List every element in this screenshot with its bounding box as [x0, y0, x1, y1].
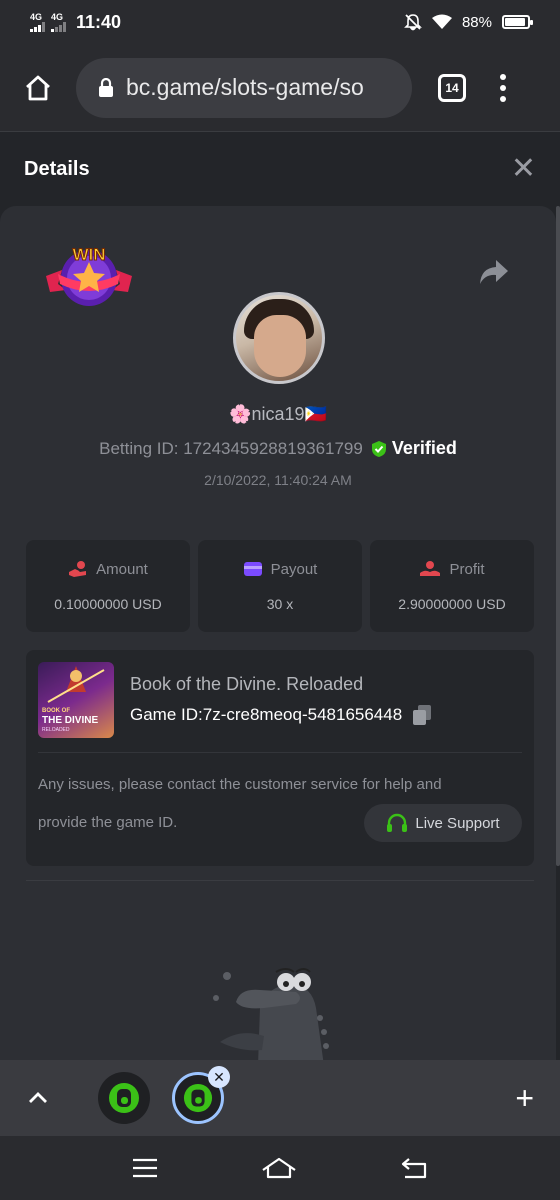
lock-icon: [99, 77, 113, 97]
expand-tabs-button[interactable]: [26, 1086, 50, 1110]
home-icon: [26, 75, 50, 100]
amount-stat: Amount 0.10000000 USD: [26, 540, 190, 632]
bet-stats: Amount 0.10000000 USD Payout 30 x Profit…: [26, 540, 534, 632]
verified-badge: Verified: [371, 438, 457, 459]
verified-label: Verified: [391, 438, 457, 458]
game-id-value: 7z-cre8meoq-5481656448: [202, 705, 403, 724]
signal-sim2: 4G: [51, 11, 66, 32]
wifi-icon: [431, 14, 452, 29]
live-support-label: Live Support: [415, 814, 500, 832]
profit-label: Profit: [449, 560, 485, 578]
home-button[interactable]: [20, 70, 56, 106]
profit-stat: Profit 2.90000000 USD: [370, 540, 534, 632]
headset-icon: [387, 813, 408, 832]
game-art-icon: [47, 666, 105, 703]
thumb-text-2: THE DIVINE: [42, 715, 99, 726]
close-tab-button[interactable]: ✕: [208, 1066, 230, 1088]
new-tab-button[interactable]: +: [515, 1082, 534, 1114]
tab-switcher-button[interactable]: 14: [438, 73, 466, 102]
bcgame-logo-icon: [109, 1083, 139, 1113]
network-type-label: 4G: [30, 11, 43, 22]
live-support-button[interactable]: Live Support: [364, 804, 522, 842]
payout-label: Payout: [270, 560, 318, 578]
support-notice-line1: Any issues, please contact the customer …: [38, 776, 442, 793]
game-id-label: Game ID:: [130, 705, 203, 724]
status-bar: 4G 4G 11:40 88%: [0, 0, 560, 44]
signal-sim1: 4G: [30, 11, 45, 32]
betting-id-row: Betting ID: 1724345928819361799 Verified: [0, 438, 556, 459]
payout-value: 30 x: [266, 595, 294, 612]
amount-value: 0.10000000 USD: [54, 596, 162, 612]
bcgame-logo-icon: [183, 1083, 213, 1113]
bet-timestamp: 2/10/2022, 11:40:24 AM: [204, 472, 352, 488]
address-bar[interactable]: bc.game/slots-game/so: [76, 57, 412, 118]
thumb-text-3: RELOADED: [42, 727, 70, 733]
signal-bars-icon: [30, 21, 45, 32]
tab-bcgame-1[interactable]: [98, 1072, 150, 1124]
support-notice-line2: provide the game ID.: [38, 814, 178, 831]
game-id-row: Game ID:7z-cre8meoq-5481656448: [130, 704, 432, 726]
home-nav-icon[interactable]: [260, 1156, 298, 1180]
hand-coin-icon: [69, 561, 87, 577]
svg-text:WIN: WIN: [72, 245, 105, 264]
details-header: Details ✕: [0, 133, 560, 205]
betting-id: Betting ID: 1724345928819361799: [99, 438, 363, 458]
share-icon[interactable]: [478, 258, 510, 286]
back-icon[interactable]: [399, 1156, 429, 1180]
recent-apps-icon[interactable]: [131, 1157, 159, 1179]
avatar: [233, 292, 325, 384]
amount-label: Amount: [96, 560, 148, 578]
signal-bars-icon: [51, 21, 66, 32]
wallet-icon: [243, 562, 262, 576]
win-badge-icon: WIN: [46, 245, 132, 306]
thumb-text-1: BOOK OF: [42, 708, 70, 714]
chevron-up-icon: [29, 1092, 47, 1103]
game-thumbnail[interactable]: BOOK OF THE DIVINE RELOADED: [38, 662, 114, 738]
copy-icon[interactable]: [412, 704, 432, 726]
divider: [26, 880, 534, 881]
silent-bell-icon: [404, 14, 422, 31]
browser-tab-strip: ✕ +: [0, 1060, 560, 1136]
verified-shield-icon: [371, 440, 386, 457]
divider: [38, 752, 522, 753]
username: 🌸nica19🇵🇭: [229, 404, 327, 424]
payout-stat: Payout 30 x: [198, 540, 362, 632]
clock: 11:40: [76, 11, 122, 32]
game-info-box: BOOK OF THE DIVINE RELOADED Book of the …: [26, 650, 534, 866]
scrollbar[interactable]: [556, 206, 560, 866]
battery-percent: 88%: [461, 13, 492, 31]
network-type-label: 4G: [51, 11, 64, 22]
page-title: Details: [24, 157, 90, 180]
url-text: bc.game/slots-game/so: [126, 74, 364, 100]
crocodile-mascot-icon: [213, 968, 329, 1066]
overflow-menu-button[interactable]: [500, 73, 506, 102]
battery-icon: [502, 15, 533, 29]
game-name[interactable]: Book of the Divine. Reloaded: [130, 674, 363, 695]
profit-icon: [420, 561, 441, 576]
system-nav-bar: [0, 1136, 560, 1200]
browser-toolbar: bc.game/slots-game/so 14: [0, 44, 560, 132]
profit-value: 2.90000000 USD: [398, 596, 506, 612]
bet-details-card: WIN 🌸nica19🇵🇭 Betting ID: 17243459288193…: [0, 206, 556, 1066]
close-button[interactable]: ✕: [511, 154, 536, 184]
